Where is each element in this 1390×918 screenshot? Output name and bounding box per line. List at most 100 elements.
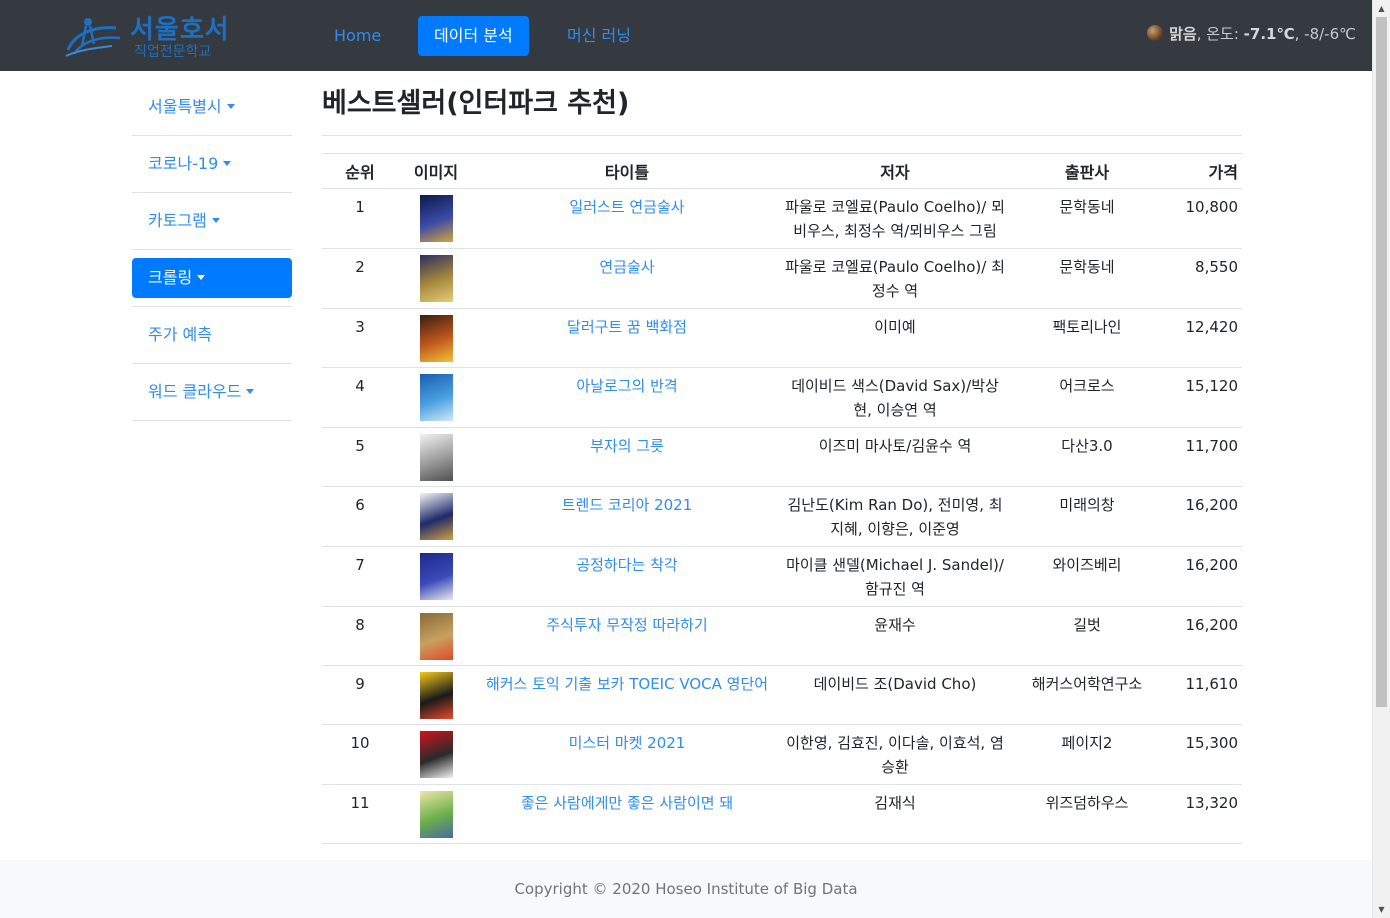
cover-cell [398, 784, 474, 844]
book-cover-thumbnail[interactable] [419, 672, 453, 719]
title-cell: 트렌드 코리아 2021 [474, 486, 780, 547]
book-cover-thumbnail[interactable] [419, 255, 453, 302]
nav-machine-learning[interactable]: 머신 러닝 [551, 16, 647, 56]
author-cell: 이미예 [780, 308, 1010, 368]
book-cover-thumbnail[interactable] [419, 195, 453, 242]
author-cell: 파울로 코엘료(Paulo Coelho)/ 뫼비우스, 최정수 역/뫼비우스 … [780, 188, 1010, 249]
cover-cell [398, 606, 474, 666]
sidebar-link-stock[interactable]: 주가 예측 [132, 315, 292, 355]
publisher-cell: 어크로스 [1010, 367, 1164, 428]
weather-info: 맑음, 온도: -7.1℃, -8/-6℃ [1147, 24, 1356, 44]
book-cover-thumbnail[interactable] [419, 791, 453, 838]
top-navbar: 서울호서 직업전문학교 Home 데이터 분석 머신 러닝 맑음, 온도: -7… [0, 0, 1372, 71]
title-cell: 주식투자 무작정 따라하기 [474, 606, 780, 666]
cover-cell [398, 486, 474, 547]
caret-down-icon [246, 389, 255, 394]
column-header-title: 타이틀 [474, 153, 780, 189]
cover-cell [398, 427, 474, 487]
sidebar-link-seoul[interactable]: 서울특별시 [132, 87, 292, 127]
scroll-down-arrow-icon[interactable]: ▼ [1373, 901, 1390, 918]
sidebar-link-corona[interactable]: 코로나-19 [132, 144, 292, 184]
sidebar-link-crawling[interactable]: 크롤링 [132, 258, 292, 298]
title-cell: 해커스 토익 기출 보카 TOEIC VOCA 영단어 [474, 665, 780, 725]
rank-cell: 4 [322, 367, 398, 428]
table-row: 7 공정하다는 착각 마이클 샌델(Michael J. Sandel)/함규진 역… [322, 546, 1242, 607]
weather-temp-label: , 온도: [1196, 25, 1244, 43]
book-title-link[interactable]: 주식투자 무작정 따라하기 [546, 616, 707, 634]
column-header-rank: 순위 [322, 153, 398, 189]
cover-cell [398, 188, 474, 249]
author-cell: 윤재수 [780, 606, 1010, 666]
book-cover-thumbnail[interactable] [419, 731, 453, 778]
rank-cell: 8 [322, 606, 398, 666]
vertical-scrollbar[interactable]: ▲ ▼ [1372, 0, 1390, 918]
column-header-price: 가격 [1164, 153, 1242, 189]
book-title-link[interactable]: 좋은 사람에게만 좋은 사람이면 돼 [521, 794, 733, 812]
publisher-cell: 미래의창 [1010, 486, 1164, 547]
sidebar-item-cartogram: 카토그램 [132, 193, 292, 250]
price-cell: 16,200 [1164, 546, 1242, 607]
caret-down-icon [211, 218, 220, 223]
caret-down-icon [223, 161, 232, 166]
publisher-cell: 문학동네 [1010, 188, 1164, 249]
publisher-cell: 페이지2 [1010, 724, 1164, 785]
sidebar-item-seoul: 서울특별시 [132, 79, 292, 136]
weather-icon [1147, 25, 1164, 41]
book-cover-thumbnail[interactable] [419, 553, 453, 600]
table-header-row: 순위 이미지 타이틀 저자 출판사 가격 [322, 153, 1242, 189]
book-title-link[interactable]: 일러스트 연금술사 [569, 198, 684, 216]
column-header-author: 저자 [780, 153, 1010, 189]
caret-down-icon [226, 104, 235, 109]
brand-logo[interactable]: 서울호서 직업전문학교 [64, 10, 229, 60]
author-cell: 김재식 [780, 784, 1010, 844]
book-title-link[interactable]: 연금술사 [599, 258, 654, 276]
column-header-publisher: 출판사 [1010, 153, 1164, 189]
title-cell: 연금술사 [474, 248, 780, 309]
rank-cell: 11 [322, 784, 398, 844]
book-title-link[interactable]: 달러구트 꿈 백화점 [567, 318, 687, 336]
caret-down-icon [197, 275, 206, 280]
book-title-link[interactable]: 해커스 토익 기출 보카 TOEIC VOCA 영단어 [486, 675, 768, 693]
sidebar-item-label: 크롤링 [148, 268, 193, 287]
sidebar-link-cartogram[interactable]: 카토그램 [132, 201, 292, 241]
book-title-link[interactable]: 트렌드 코리아 2021 [562, 496, 693, 514]
price-cell: 16,200 [1164, 486, 1242, 547]
nav-data-analysis[interactable]: 데이터 분석 [418, 16, 529, 56]
publisher-cell: 길벗 [1010, 606, 1164, 666]
nav-home[interactable]: Home [318, 16, 397, 56]
author-cell: 마이클 샌델(Michael J. Sandel)/함규진 역 [780, 546, 1010, 607]
scrollbar-thumb[interactable] [1376, 17, 1387, 707]
table-row: 11 좋은 사람에게만 좋은 사람이면 돼 김재식 위즈덤하우스 13,320 [322, 784, 1242, 844]
book-title-link[interactable]: 미스터 마켓 2021 [569, 734, 686, 752]
sidebar-item-corona: 코로나-19 [132, 136, 292, 193]
table-row: 6 트렌드 코리아 2021 김난도(Kim Ran Do), 전미영, 최지혜, … [322, 486, 1242, 547]
book-cover-thumbnail[interactable] [419, 374, 453, 421]
table-row: 5 부자의 그릇 이즈미 마사토/김윤수 역 다산3.0 11,700 [322, 427, 1242, 487]
rank-cell: 10 [322, 724, 398, 785]
book-cover-thumbnail[interactable] [419, 493, 453, 540]
table-body: 1 일러스트 연금술사 파울로 코엘료(Paulo Coelho)/ 뫼비우스, 최… [322, 188, 1242, 844]
price-cell: 11,610 [1164, 665, 1242, 725]
page-title: 베스트셀러(인터파크 추천) [322, 80, 1242, 136]
cover-cell [398, 248, 474, 309]
title-cell: 공정하다는 착각 [474, 546, 780, 607]
author-cell: 파울로 코엘료(Paulo Coelho)/ 최정수 역 [780, 248, 1010, 309]
table-row: 9 해커스 토익 기출 보카 TOEIC VOCA 영단어 데이비드 조(David… [322, 665, 1242, 725]
footer: Copyright © 2020 Hoseo Institute of Big … [0, 860, 1372, 918]
publisher-cell: 와이즈베리 [1010, 546, 1164, 607]
scroll-up-arrow-icon[interactable]: ▲ [1373, 0, 1390, 17]
book-cover-thumbnail[interactable] [419, 434, 453, 481]
author-cell: 데이비드 색스(David Sax)/박상현, 이승연 역 [780, 367, 1010, 428]
sidebar-link-wordcloud[interactable]: 워드 클라우드 [132, 372, 292, 412]
book-cover-thumbnail[interactable] [419, 613, 453, 660]
book-title-link[interactable]: 부자의 그릇 [590, 437, 664, 455]
table-row: 3 달러구트 꿈 백화점 이미예 팩토리나인 12,420 [322, 308, 1242, 368]
author-cell: 이즈미 마사토/김윤수 역 [780, 427, 1010, 487]
price-cell: 11,700 [1164, 427, 1242, 487]
brand-swoosh-icon [65, 18, 121, 57]
publisher-cell: 팩토리나인 [1010, 308, 1164, 368]
table-row: 8 주식투자 무작정 따라하기 윤재수 길벗 16,200 [322, 606, 1242, 666]
book-title-link[interactable]: 아날로그의 반격 [576, 377, 677, 395]
book-cover-thumbnail[interactable] [419, 315, 453, 362]
book-title-link[interactable]: 공정하다는 착각 [576, 556, 677, 574]
